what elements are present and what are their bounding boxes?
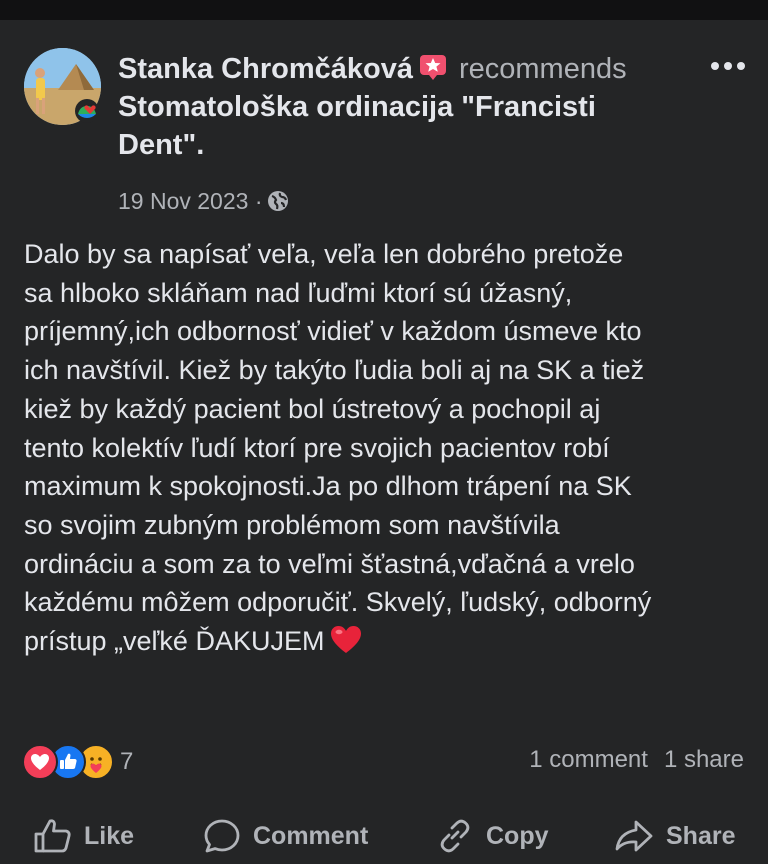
meta-separator: · xyxy=(254,188,263,214)
comment-bubble-icon xyxy=(204,819,240,853)
author-name[interactable]: Stanka Chromčáková xyxy=(118,53,413,85)
share-arrow-icon xyxy=(615,820,653,852)
link-icon xyxy=(440,819,470,853)
post-body-text: Dalo by sa napísať veľa, veľa len dobréh… xyxy=(24,239,652,657)
red-heart-emoji-icon xyxy=(331,626,362,654)
recommended-page-name[interactable]: Stomatološka ordinacija "Francisti xyxy=(118,91,596,123)
like-button[interactable]: Like xyxy=(34,810,134,862)
thumbs-up-icon xyxy=(34,819,71,853)
comment-count[interactable]: 1 comment xyxy=(529,746,648,773)
engagement-stats: 1 comment 1 share xyxy=(529,746,744,774)
post-meta: 19 Nov 2023 · xyxy=(118,186,289,216)
post-header-line-3: Dent". xyxy=(118,126,204,164)
star-badge-icon xyxy=(419,55,446,80)
recommends-label: recommends xyxy=(458,53,627,85)
like-label: Like xyxy=(84,821,135,850)
post-header-line-2: Stomatološka ordinacija "Francisti xyxy=(118,88,596,126)
post-header-line-1: Stanka Chromčáková recommends xyxy=(118,50,627,88)
more-options-icon[interactable] xyxy=(706,54,750,78)
copy-label: Copy xyxy=(486,821,549,850)
action-bar: Like Comment Copy Share xyxy=(0,810,768,862)
share-count[interactable]: 1 share xyxy=(664,746,744,773)
status-bar-strip xyxy=(0,0,768,20)
comment-label: Comment xyxy=(253,821,369,850)
love-reaction-icon xyxy=(22,744,58,780)
reactions-summary[interactable]: 7 xyxy=(22,742,133,782)
comment-button[interactable]: Comment xyxy=(203,810,368,862)
share-label: Share xyxy=(666,821,736,850)
recommended-page-name-cont[interactable]: Dent". xyxy=(118,129,204,161)
copy-button[interactable]: Copy xyxy=(436,810,549,862)
share-button[interactable]: Share xyxy=(614,810,735,862)
post-text: Dalo by sa napísať veľa, veľa len dobréh… xyxy=(24,235,752,661)
avatar-frame-badge-icon xyxy=(75,99,99,123)
reaction-count: 7 xyxy=(120,748,134,775)
globe-icon xyxy=(267,191,288,211)
post-card: Stanka Chromčáková recommends Stomatološ… xyxy=(0,20,768,864)
post-date[interactable]: 19 Nov 2023 xyxy=(118,188,248,214)
